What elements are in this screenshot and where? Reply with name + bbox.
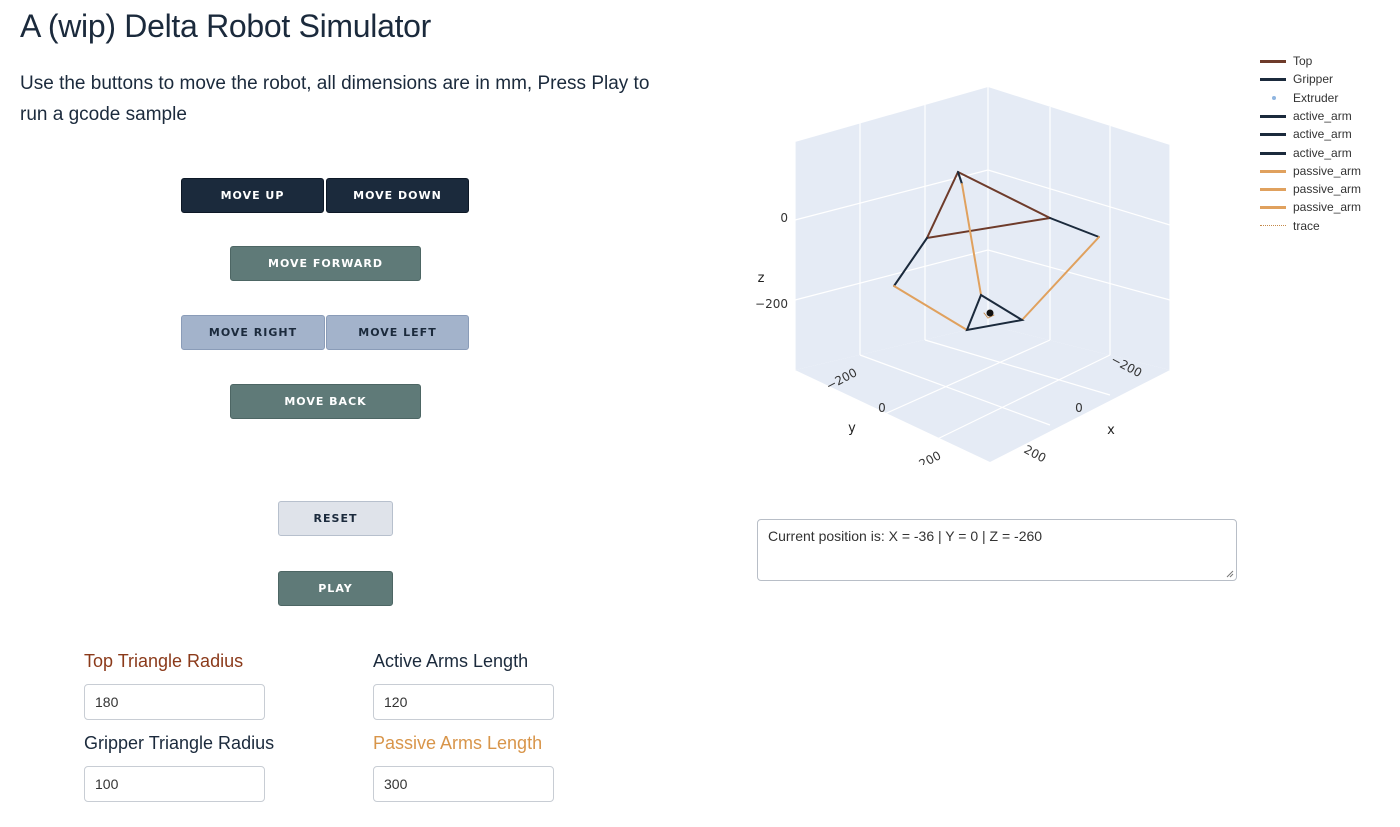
legend-label: passive_arm <box>1293 182 1362 197</box>
legend-swatch-icon <box>1258 144 1286 162</box>
legend-item-passive-arm[interactable]: passive_arm <box>1258 198 1361 216</box>
legend-item-active-arm[interactable]: active_arm <box>1258 144 1352 162</box>
plot-back-wall-left <box>795 87 988 370</box>
legend-label: passive_arm <box>1293 163 1362 178</box>
passive-arms-length-input[interactable] <box>373 766 554 802</box>
legend-label: Extruder <box>1293 90 1339 105</box>
page-subtitle: Use the buttons to move the robot, all d… <box>20 73 650 125</box>
y-tick-1: 0 <box>878 401 886 415</box>
play-button[interactable]: PLAY <box>278 571 393 606</box>
robot-3d-plot[interactable]: 0 −200 z −200 0 200 y −200 0 200 x <box>740 70 1200 465</box>
x-axis-title: x <box>1107 423 1115 438</box>
move-down-button[interactable]: MOVE DOWN <box>326 178 469 213</box>
legend-item-trace[interactable]: trace <box>1258 217 1320 235</box>
x-tick-2: 200 <box>1022 442 1049 465</box>
legend-label: Gripper <box>1293 72 1334 87</box>
x-tick-1: 0 <box>1075 401 1083 415</box>
legend-item-gripper[interactable]: Gripper <box>1258 70 1333 88</box>
z-axis-title: z <box>758 271 765 286</box>
position-readout[interactable]: Current position is: X = -36 | Y = 0 | Z… <box>757 519 1237 581</box>
position-text: Current position is: X = -36 | Y = 0 | Z… <box>768 528 1043 544</box>
y-tick-2: 200 <box>917 448 944 465</box>
move-back-button[interactable]: MOVE BACK <box>230 384 421 419</box>
y-axis-title: y <box>848 421 856 436</box>
legend-swatch-icon <box>1258 125 1286 143</box>
move-right-button[interactable]: MOVE RIGHT <box>181 315 325 350</box>
legend-swatch-icon <box>1258 180 1286 198</box>
legend-swatch-icon <box>1258 89 1286 107</box>
legend-label: trace <box>1293 218 1320 233</box>
legend-swatch-icon <box>1258 198 1286 216</box>
z-tick-1: −200 <box>755 297 788 311</box>
extruder-point <box>986 309 994 317</box>
resize-grip-icon[interactable] <box>1226 570 1234 578</box>
top-triangle-radius-label: Top Triangle Radius <box>84 651 244 671</box>
legend-item-extruder[interactable]: Extruder <box>1258 89 1338 107</box>
legend-label: active_arm <box>1293 145 1352 160</box>
legend-item-passive-arm[interactable]: passive_arm <box>1258 180 1361 198</box>
legend-label: active_arm <box>1293 108 1352 123</box>
legend-item-active-arm[interactable]: active_arm <box>1258 107 1352 125</box>
active-arms-length-label: Active Arms Length <box>373 651 529 671</box>
legend-swatch-icon <box>1258 162 1286 180</box>
legend-label: passive_arm <box>1293 200 1362 215</box>
gripper-triangle-radius-label: Gripper Triangle Radius <box>84 733 275 753</box>
legend-label: Top <box>1293 54 1313 68</box>
top-triangle-radius-input[interactable] <box>84 684 265 720</box>
legend-item-top[interactable]: Top <box>1258 52 1312 70</box>
move-forward-button[interactable]: MOVE FORWARD <box>230 246 421 281</box>
active-arms-length-input[interactable] <box>373 684 554 720</box>
legend-swatch-icon <box>1258 52 1286 70</box>
move-left-button[interactable]: MOVE LEFT <box>326 315 469 350</box>
legend-label: active_arm <box>1293 127 1352 142</box>
legend-item-active-arm[interactable]: active_arm <box>1258 125 1352 143</box>
legend-swatch-icon <box>1258 70 1286 88</box>
legend-swatch-icon <box>1258 107 1286 125</box>
legend-swatch-icon <box>1258 217 1286 235</box>
z-tick-0: 0 <box>780 211 788 225</box>
gripper-triangle-radius-input[interactable] <box>84 766 265 802</box>
move-up-button[interactable]: MOVE UP <box>181 178 324 213</box>
legend-item-passive-arm[interactable]: passive_arm <box>1258 162 1361 180</box>
reset-button[interactable]: RESET <box>278 501 393 536</box>
passive-arms-length-label: Passive Arms Length <box>373 733 543 753</box>
page-title: A (wip) Delta Robot Simulator <box>20 8 432 44</box>
